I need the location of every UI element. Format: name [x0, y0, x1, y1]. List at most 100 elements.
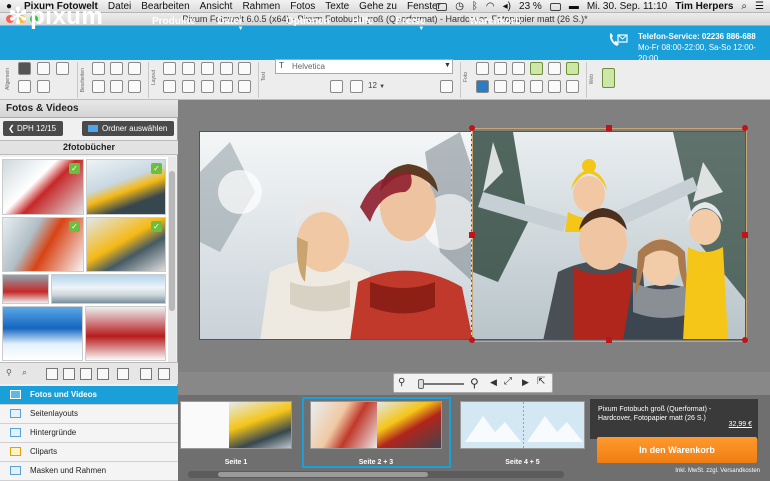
photo-effect-icon[interactable]: [548, 62, 561, 75]
menu-texte[interactable]: Texte: [325, 1, 349, 12]
photo-rotate-icon[interactable]: [494, 80, 507, 93]
sort-icon[interactable]: [117, 368, 129, 380]
photo-thumbnail[interactable]: [2, 274, 49, 304]
photo-thumbnail[interactable]: ✓: [2, 159, 84, 215]
resize-handle[interactable]: [469, 232, 475, 238]
zoom-slider-track[interactable]: [418, 383, 464, 385]
resize-handle[interactable]: [606, 337, 612, 343]
delete-icon[interactable]: [128, 62, 141, 75]
undo-icon[interactable]: [92, 62, 105, 75]
add-to-cart-button[interactable]: In den Warenkorb: [597, 437, 757, 463]
nav-optionen[interactable]: Optionen: [286, 16, 330, 27]
product-price[interactable]: 32,99 €: [729, 421, 752, 428]
clock[interactable]: Mi. 30. Sep. 11:10: [587, 1, 667, 12]
photo-thumbnail[interactable]: ✓: [86, 217, 166, 272]
fullscreen-icon[interactable]: ⇱: [537, 376, 545, 387]
category-masken-und-rahmen[interactable]: Masken und Rahmen: [0, 462, 178, 481]
sync-icon[interactable]: ◷: [455, 1, 464, 12]
cut-icon[interactable]: [92, 80, 105, 93]
photo-thumbnail[interactable]: [51, 274, 166, 304]
rotate-icon[interactable]: [163, 80, 176, 93]
paste-icon[interactable]: [128, 80, 141, 93]
zoom-slider-handle[interactable]: [418, 379, 424, 389]
chevron-down-icon[interactable]: ▼: [379, 84, 385, 90]
web-share-icon[interactable]: [602, 68, 615, 88]
layout-icon[interactable]: [163, 62, 176, 75]
page-thumb-1[interactable]: [180, 401, 292, 449]
photo-border-icon[interactable]: [548, 80, 561, 93]
menu-datei[interactable]: Datei: [108, 1, 131, 12]
prev-page-icon[interactable]: ◀: [490, 377, 497, 388]
zoom-out-icon[interactable]: ⚲: [398, 377, 405, 388]
font-family-field[interactable]: Helvetica: [275, 59, 453, 74]
photo-frame-icon[interactable]: [530, 80, 543, 93]
more-text-icon[interactable]: [440, 80, 453, 93]
photo-thumbnail[interactable]: ✓: [2, 217, 84, 272]
nav-hilfe[interactable]: Hilfe: [352, 16, 374, 27]
photo-fit-icon[interactable]: [530, 62, 543, 75]
resize-handle[interactable]: [742, 232, 748, 238]
book-page-left[interactable]: [199, 131, 472, 340]
import-icon[interactable]: [140, 368, 152, 380]
category-cliparts[interactable]: Cliparts: [0, 443, 178, 462]
photo-edit-icon[interactable]: [476, 62, 489, 75]
nav-produkte[interactable]: Produkte: [152, 16, 195, 27]
photo-thumbnail[interactable]: [85, 306, 166, 361]
resize-handle[interactable]: [469, 337, 475, 343]
text-color-icon[interactable]: [330, 80, 343, 93]
view-small-icon[interactable]: [46, 368, 58, 380]
wifi-icon[interactable]: ◠: [486, 1, 495, 12]
page-thumb-4-5[interactable]: [460, 401, 585, 449]
category-hintergruende[interactable]: Hintergründe: [0, 424, 178, 443]
menu-bearbeiten[interactable]: Bearbeiten: [141, 1, 189, 12]
selection-frame[interactable]: [472, 128, 747, 342]
photo-fill-icon[interactable]: [512, 62, 525, 75]
photo-replace-icon[interactable]: [476, 80, 489, 93]
chevron-down-icon[interactable]: ▼: [444, 62, 451, 69]
bluetooth-icon[interactable]: ᛒ: [472, 1, 478, 12]
resize-handle[interactable]: [469, 125, 475, 131]
next-page-icon[interactable]: ▶: [522, 377, 529, 388]
notification-icon[interactable]: ☰: [755, 1, 764, 12]
more-photo-icon[interactable]: [566, 80, 579, 93]
photo-flip-icon[interactable]: [512, 80, 525, 93]
choose-folder-button[interactable]: Ordner auswählen: [82, 121, 174, 136]
zoom-thumbs-icon[interactable]: ⌕: [22, 367, 27, 378]
gear-icon[interactable]: [37, 80, 50, 93]
nav-preise[interactable]: Preise ▼: [395, 16, 447, 32]
copy-icon[interactable]: [110, 80, 123, 93]
font-size-field[interactable]: 12 ▼: [368, 79, 398, 93]
filter-icon[interactable]: ⚲: [6, 368, 12, 377]
resize-handle[interactable]: [742, 125, 748, 131]
resize-handle[interactable]: [742, 337, 748, 343]
view-large-icon[interactable]: [80, 368, 92, 380]
page-thumb-2-3[interactable]: [310, 401, 442, 449]
volume-icon[interactable]: ◂): [503, 1, 511, 12]
arrange-icon[interactable]: [201, 62, 214, 75]
menu-gehe-zu[interactable]: Gehe zu: [359, 1, 397, 12]
flag-icon[interactable]: ▬: [569, 1, 579, 12]
menu-fotos[interactable]: Fotos: [290, 1, 315, 12]
more-layout-icon[interactable]: [238, 80, 251, 93]
resize-handle[interactable]: [606, 125, 612, 131]
open-icon[interactable]: [37, 62, 50, 75]
text-align-icon[interactable]: [350, 80, 363, 93]
category-seitenlayouts[interactable]: Seitenlayouts: [0, 405, 178, 424]
folder-back-button[interactable]: ❮ DPH 12/15: [3, 121, 63, 136]
group-icon[interactable]: [220, 62, 233, 75]
photo-grid-scrollbar[interactable]: [168, 157, 176, 362]
view-medium-icon[interactable]: [63, 368, 75, 380]
align-center-icon[interactable]: [201, 80, 214, 93]
save-icon[interactable]: [18, 62, 31, 75]
user-name[interactable]: Tim Herpers: [675, 1, 733, 12]
align-right-icon[interactable]: [220, 80, 233, 93]
view-list-icon[interactable]: [97, 368, 109, 380]
menu-rahmen[interactable]: Rahmen: [242, 1, 280, 12]
help-icon[interactable]: [56, 62, 69, 75]
photo-thumbnail[interactable]: ✓: [86, 159, 166, 215]
photo-enhance-icon[interactable]: [566, 62, 579, 75]
display-icon[interactable]: [436, 2, 448, 11]
battery-text[interactable]: 23 %: [519, 1, 542, 12]
print-icon[interactable]: [18, 80, 31, 93]
photo-crop-icon[interactable]: [494, 62, 507, 75]
